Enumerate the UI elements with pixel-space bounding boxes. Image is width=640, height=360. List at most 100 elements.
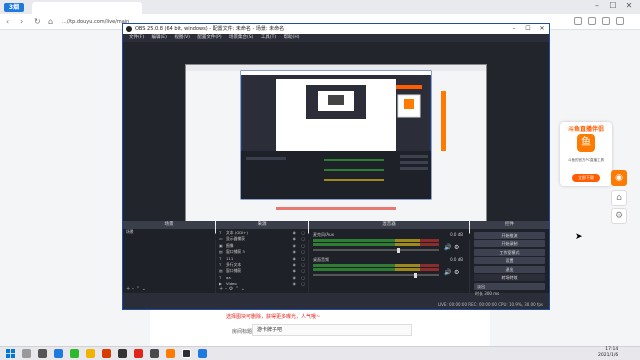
exit-button[interactable]: 退出	[474, 265, 545, 273]
maximize-icon[interactable]: ☐	[606, 1, 620, 10]
audio-meter	[313, 239, 439, 242]
sources-panel: 来源 T 文本 (GDI+) ◉ ▢ ▭ 显示器捕获 ◉ ▢ ▣ 图像 ◉ ▢ ▤ 窗口捕获 3 ◉ ▢…	[216, 221, 308, 293]
obs-app-icon	[126, 26, 132, 32]
scene-item[interactable]: 场景	[123, 229, 215, 235]
app-icon[interactable]	[166, 349, 175, 358]
volume-knob[interactable]	[413, 272, 417, 278]
obs-minimize-icon[interactable]: –	[507, 24, 521, 34]
volume-slider[interactable]	[313, 247, 439, 253]
menu-tools[interactable]: 工具(T)	[261, 34, 276, 42]
volume-slider[interactable]	[313, 272, 439, 278]
add-scene-icon[interactable]: +	[126, 286, 130, 292]
room-title-label: 房间标题	[232, 329, 253, 335]
obs-title-bar: OBS 25.0.8 (64 bit, windows) - 配置文件: 未命名…	[123, 24, 549, 34]
track-db: 0.0 dB	[450, 257, 463, 262]
settings-button[interactable]: 设置	[474, 257, 545, 264]
app-icon[interactable]	[150, 349, 159, 358]
scenes-toolbar: + – ⌃ ⌄	[123, 286, 215, 293]
menu-edit[interactable]: 编辑(E)	[152, 34, 167, 42]
douyu-live-widget[interactable]: 斗鱼直播伴侣 鱼 斗鱼的官方PC直播工具 立即下载	[560, 122, 612, 186]
app-icon[interactable]	[134, 349, 143, 358]
mixer-track: 麦克风/Aux 0.0 dB 🔊 ⚙	[313, 232, 463, 256]
menu-scene-collection[interactable]: 场景集合(S)	[229, 34, 253, 42]
obs-maximize-icon[interactable]: ☐	[521, 24, 535, 34]
room-title-input[interactable]: 游卡牌子吧	[252, 324, 412, 336]
douyu-logo-icon: 鱼	[577, 134, 595, 152]
audio-meter	[313, 243, 439, 246]
speaker-icon[interactable]: 🔊	[444, 244, 451, 251]
source-up-icon[interactable]: ⌃	[235, 286, 239, 292]
wechat-icon[interactable]	[70, 349, 79, 358]
sources-toolbar: + – ⚙ ⌃ ⌄	[216, 286, 308, 293]
source-name: 多行文本	[226, 261, 242, 267]
remove-scene-icon[interactable]: –	[132, 286, 135, 292]
home-float-icon[interactable]: ⌂	[611, 190, 627, 206]
taskbar	[0, 346, 640, 360]
speaker-icon[interactable]: 🔊	[444, 269, 451, 276]
gear-icon[interactable]: ⚙	[454, 244, 459, 251]
nested-capture-graphic	[186, 65, 486, 233]
widget-title: 斗鱼直播伴侣	[567, 126, 604, 133]
download-button[interactable]: 立即下载	[572, 174, 600, 182]
home-icon[interactable]: ⌂	[48, 17, 53, 26]
menu-file[interactable]: 文件(F)	[129, 34, 144, 42]
scenes-header: 场景	[123, 221, 215, 229]
controls-header: 控件	[470, 221, 549, 229]
scenes-panel: 场景 场景 + – ⌃ ⌄	[123, 221, 215, 293]
download-icon[interactable]	[588, 17, 596, 25]
mixer-track: 桌面音频 0.0 dB 🔊 ⚙	[313, 257, 463, 281]
transition-duration[interactable]: 时长 300 ms	[470, 291, 549, 297]
audio-meter	[313, 264, 439, 267]
folder-icon[interactable]	[86, 349, 95, 358]
upload-tip: 选择图块可删除，获得更多曝光，人气哦~	[226, 314, 321, 320]
refresh-icon[interactable]: ↻	[34, 17, 41, 26]
back-icon[interactable]: ‹	[6, 17, 9, 26]
gear-icon[interactable]: ⚙	[454, 269, 459, 276]
controls-panel: 控件 开始推流 开始录制 工作室模式 设置 退出 转场特效 淡出 时长 300 …	[470, 221, 549, 296]
source-down-icon[interactable]: ⌄	[241, 286, 245, 292]
menu-view[interactable]: 视图(V)	[174, 34, 190, 42]
browser-taskbar-icon[interactable]	[198, 349, 207, 358]
transition-select[interactable]: 淡出	[474, 282, 545, 290]
mixer-panel: 混音器 麦克风/Aux 0.0 dB 🔊 ⚙ 桌面音频 0.0 dB 🔊 ⚙	[309, 221, 469, 293]
mouse-cursor-icon: ➤	[575, 232, 583, 242]
extension-icon[interactable]	[574, 17, 582, 25]
minimize-icon[interactable]: –	[590, 1, 604, 10]
scene-up-icon[interactable]: ⌃	[136, 286, 140, 292]
source-name: 窗口捕获	[226, 268, 242, 274]
obs-status-bar: LIVE: 00:00:00 REC: 00:00:00 CPU: 10.9%,…	[123, 301, 549, 309]
clock-date: 2021/1/6	[598, 353, 619, 358]
profile-icon[interactable]	[602, 17, 610, 25]
source-settings-icon[interactable]: ⚙	[229, 286, 233, 292]
close-icon[interactable]: ✕	[622, 1, 636, 10]
search-icon[interactable]	[22, 349, 31, 358]
remove-source-icon[interactable]: –	[225, 286, 228, 292]
source-name: aa	[226, 274, 231, 280]
add-source-icon[interactable]: +	[219, 286, 223, 292]
obs-preview[interactable]	[123, 42, 549, 240]
track-db: 0.0 dB	[450, 232, 463, 237]
app-icon[interactable]	[102, 349, 111, 358]
task-view-icon[interactable]	[38, 349, 47, 358]
studio-mode-button[interactable]: 工作室模式	[474, 248, 545, 256]
live-float-icon[interactable]: ◉	[611, 170, 627, 186]
scene-down-icon[interactable]: ⌄	[142, 286, 146, 292]
forward-icon[interactable]: ›	[20, 17, 23, 26]
tray-clock[interactable]: 17:14 2021/1/6	[598, 347, 618, 359]
obs-taskbar-icon[interactable]	[182, 349, 191, 358]
menu-profile[interactable]: 配置文件(P)	[197, 34, 221, 42]
source-name: 111	[226, 255, 234, 261]
app-icon[interactable]	[118, 349, 127, 358]
menu-icon[interactable]	[616, 17, 624, 25]
volume-knob[interactable]	[396, 247, 400, 253]
edge-icon[interactable]	[54, 349, 63, 358]
browser-tab[interactable]	[32, 2, 142, 14]
duration-label: 时长	[475, 291, 483, 296]
windows-start-icon[interactable]	[6, 349, 15, 358]
start-recording-button[interactable]: 开始录制	[474, 240, 545, 247]
obs-close-icon[interactable]: ✕	[535, 24, 549, 34]
start-streaming-button[interactable]: 开始推流	[474, 231, 545, 239]
menu-help[interactable]: 帮助(H)	[284, 34, 300, 42]
tools-float-icon[interactable]: ⚙	[611, 208, 627, 224]
duration-value: 300 ms	[484, 291, 500, 296]
